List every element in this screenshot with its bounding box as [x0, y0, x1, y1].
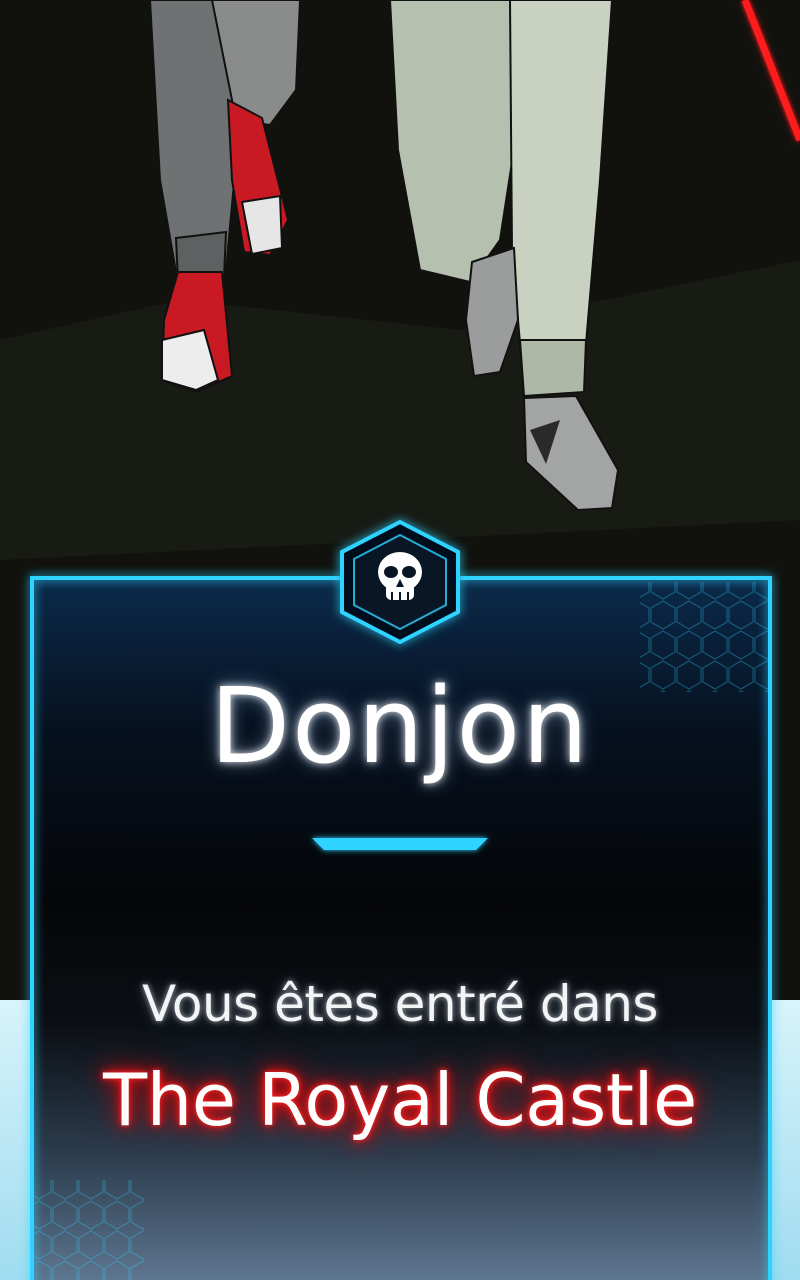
hex-pattern-bottom-left — [34, 1180, 144, 1280]
divider-accent — [312, 838, 488, 850]
dungeon-name: The Royal Castle — [103, 1058, 697, 1142]
entered-message: Vous êtes entré dans — [142, 975, 658, 1033]
panel-title: Donjon — [209, 665, 591, 787]
